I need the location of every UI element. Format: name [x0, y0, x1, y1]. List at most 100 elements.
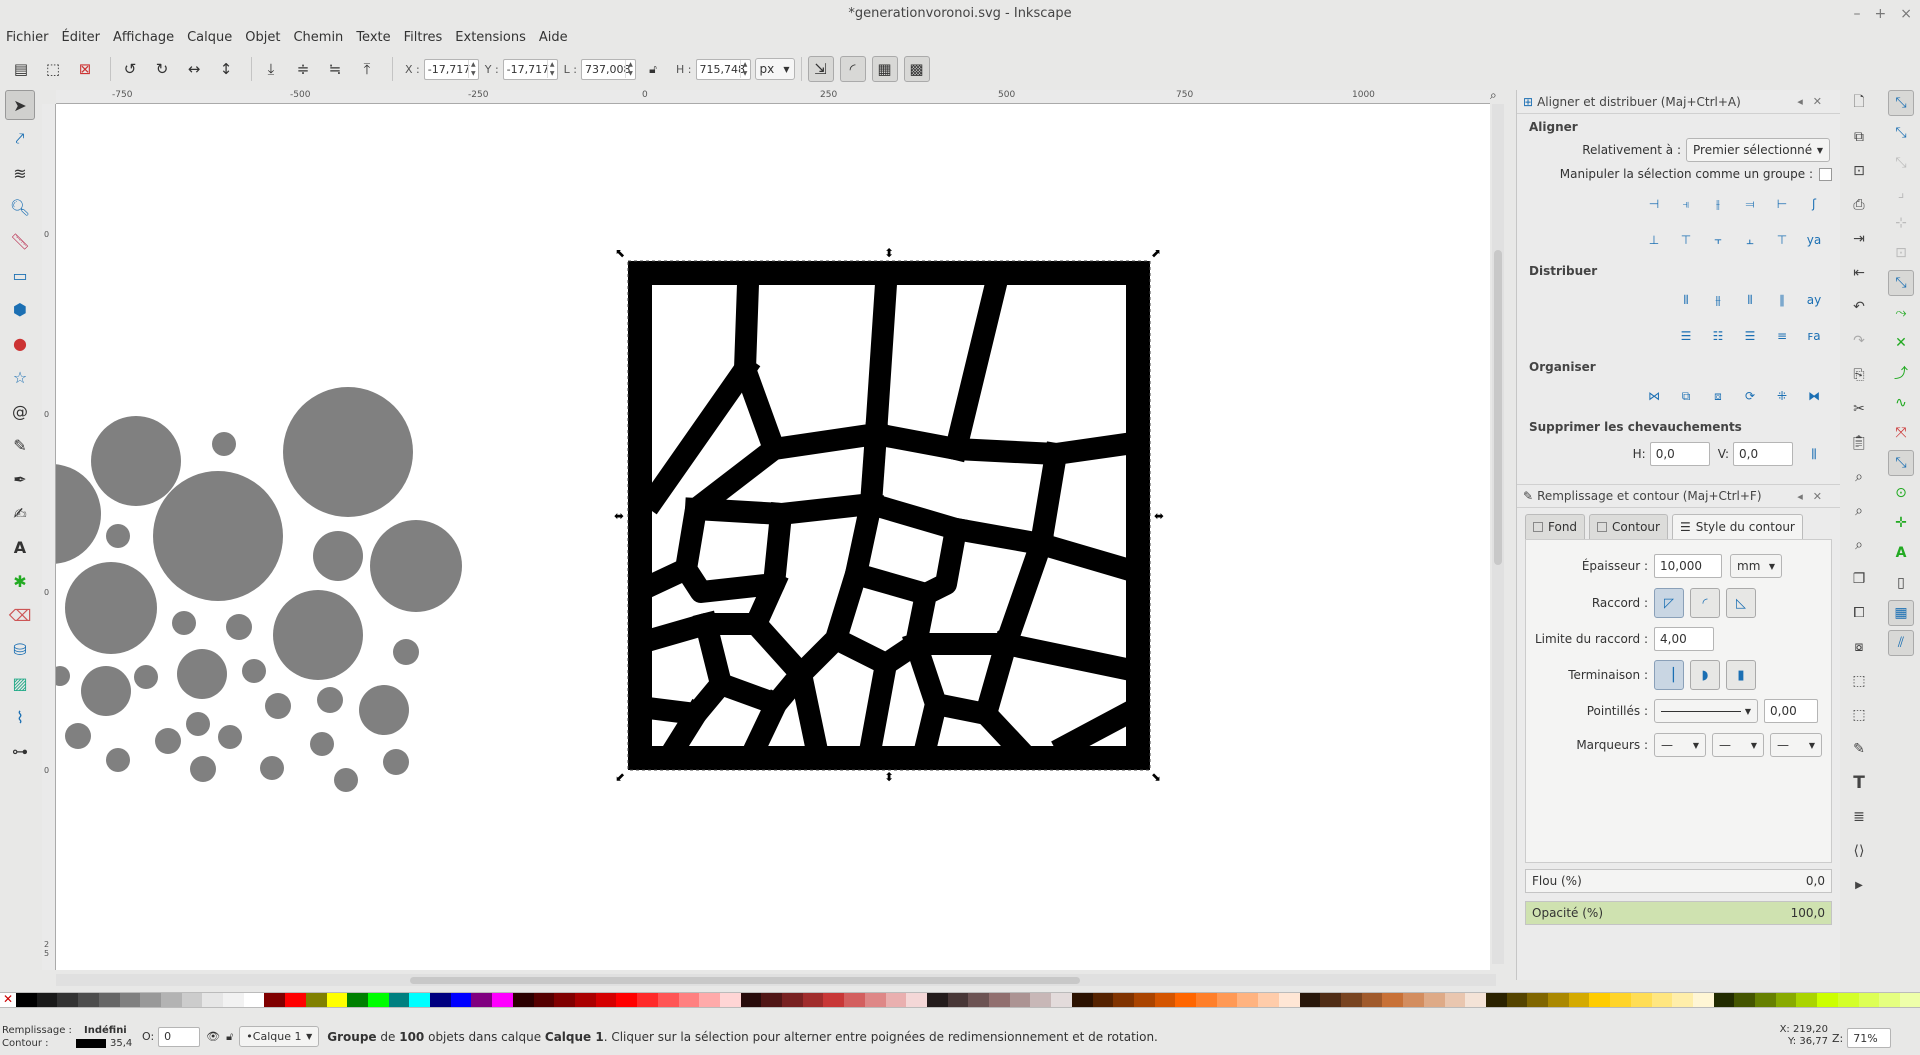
- remove-overlap-icon[interactable]: ⫼: [1801, 441, 1827, 467]
- snap-bbox-corners-icon[interactable]: ⌟: [1888, 180, 1914, 206]
- minimize-button[interactable]: –: [1854, 6, 1861, 22]
- star-tool-icon[interactable]: ☆: [5, 362, 35, 392]
- select-all-icon[interactable]: ▤: [8, 56, 34, 82]
- unclump-icon[interactable]: ⧓: [1801, 383, 1827, 409]
- end-marker-select[interactable]: — ▼: [1770, 733, 1822, 757]
- horizontal-ruler[interactable]: -750 -500 -250 0 250 500 750 1000 ⌕: [56, 88, 1497, 104]
- color-swatch[interactable]: [305, 993, 327, 1007]
- duplicate-icon[interactable]: ❐: [1846, 566, 1872, 592]
- color-swatch[interactable]: [1485, 993, 1507, 1007]
- align-top-edges-icon[interactable]: ⊤: [1673, 227, 1699, 253]
- start-marker-select[interactable]: — ▼: [1654, 733, 1706, 757]
- color-swatch[interactable]: [1423, 993, 1445, 1007]
- color-swatch[interactable]: [409, 993, 431, 1007]
- color-swatch[interactable]: [1113, 993, 1134, 1007]
- color-swatch[interactable]: [1071, 993, 1093, 1007]
- color-swatch[interactable]: [574, 993, 596, 1007]
- rectangle-tool-icon[interactable]: ▭: [5, 260, 35, 290]
- color-swatch[interactable]: [16, 993, 37, 1007]
- center-vertical-axis-icon[interactable]: ⫲: [1705, 191, 1731, 217]
- color-swatch[interactable]: [1258, 993, 1279, 1007]
- undo-icon[interactable]: ↶: [1846, 294, 1872, 320]
- overlap-h-field[interactable]: 0,0: [1649, 442, 1710, 466]
- align-bottom-edges-icon[interactable]: ⫠: [1737, 227, 1763, 253]
- fill-stroke-values[interactable]: Indéfini 35,4: [76, 1024, 136, 1050]
- relative-select[interactable]: Premier sélectionné ▼: [1686, 138, 1830, 162]
- color-swatch[interactable]: [1175, 993, 1197, 1007]
- color-swatch[interactable]: [285, 993, 306, 1007]
- square-cap-icon[interactable]: ▮: [1726, 660, 1756, 690]
- distribute-center-h-icon[interactable]: ⫵: [1705, 287, 1731, 313]
- menu-objet[interactable]: Objet: [245, 30, 280, 45]
- print-icon[interactable]: ⎙: [1846, 192, 1872, 218]
- maximize-button[interactable]: +: [1875, 6, 1887, 22]
- dash-select[interactable]: ▼: [1654, 699, 1758, 723]
- randomize-centers-icon[interactable]: ⁜: [1769, 383, 1795, 409]
- save-icon[interactable]: ⊡: [1846, 158, 1872, 184]
- rotate-ccw-icon[interactable]: ↺: [117, 56, 143, 82]
- snap-midpoints-icon[interactable]: ⤧: [1888, 420, 1914, 446]
- color-swatch[interactable]: [1465, 993, 1486, 1007]
- distribute-baselines-h-icon[interactable]: ay: [1801, 287, 1827, 313]
- menu-editer[interactable]: Éditer: [62, 30, 101, 45]
- lower-icon[interactable]: ≑: [290, 56, 316, 82]
- zoom-corner-icon[interactable]: ⌕: [1490, 88, 1497, 103]
- vertical-scrollbar-thumb[interactable]: [1494, 250, 1502, 565]
- snap-object-centers-icon[interactable]: ⊙: [1888, 480, 1914, 506]
- color-swatch[interactable]: [492, 993, 513, 1007]
- color-swatch[interactable]: [616, 993, 638, 1007]
- circles-group[interactable]: [56, 387, 462, 792]
- selector-tool-icon[interactable]: ➤: [5, 90, 35, 120]
- lock-icon[interactable]: 🔓︎: [640, 56, 666, 82]
- color-swatch[interactable]: [78, 993, 99, 1007]
- distribute-baselines-v-icon[interactable]: ꜰa: [1801, 323, 1827, 349]
- paste-icon[interactable]: 📋︎: [1846, 430, 1872, 456]
- snap-rotation-center-icon[interactable]: ✛: [1888, 510, 1914, 536]
- raise-top-icon[interactable]: ⤒: [354, 56, 380, 82]
- color-swatch[interactable]: [1506, 993, 1528, 1007]
- spin-arrows-icon[interactable]: ▲ ▼: [546, 60, 557, 78]
- y-field[interactable]: -17,717 ▲ ▼: [502, 58, 558, 80]
- xml-editor-icon[interactable]: ⟨⟩: [1846, 838, 1872, 864]
- deselect-icon[interactable]: ⊠: [72, 56, 98, 82]
- color-swatch[interactable]: [119, 993, 141, 1007]
- color-swatch[interactable]: [243, 993, 265, 1007]
- select-all-layers-icon[interactable]: ⬚: [40, 56, 66, 82]
- color-swatch[interactable]: [699, 993, 720, 1007]
- menu-chemin[interactable]: Chemin: [293, 30, 343, 45]
- snap-intersections-icon[interactable]: ✕: [1888, 330, 1914, 356]
- color-swatch[interactable]: [1444, 993, 1466, 1007]
- zoom-selection-icon[interactable]: ⌕: [1846, 464, 1872, 490]
- export-icon[interactable]: ⇤: [1846, 260, 1872, 286]
- distribute-center-v-icon[interactable]: ☷: [1705, 323, 1731, 349]
- color-swatch[interactable]: [1610, 993, 1631, 1007]
- color-swatch[interactable]: [1361, 993, 1383, 1007]
- stroke-width-field[interactable]: 10,000: [1654, 554, 1722, 578]
- butt-cap-icon[interactable]: ▕: [1654, 660, 1684, 690]
- zoom-page-icon[interactable]: ⌕: [1846, 532, 1872, 558]
- gradient-tool-icon[interactable]: ▨: [5, 668, 35, 698]
- color-swatch[interactable]: [1548, 993, 1569, 1007]
- transform-gradients-icon[interactable]: ▦: [871, 56, 898, 82]
- spray-tool-icon[interactable]: ✱: [5, 566, 35, 596]
- color-swatch[interactable]: [1196, 993, 1217, 1007]
- color-swatch[interactable]: [968, 993, 990, 1007]
- x-field[interactable]: -17,717 ▲ ▼: [423, 58, 479, 80]
- bevel-join-icon[interactable]: ◺: [1726, 588, 1756, 618]
- color-swatch[interactable]: [1568, 993, 1590, 1007]
- transform-patterns-icon[interactable]: ▩: [903, 56, 930, 82]
- color-swatch[interactable]: [57, 993, 79, 1007]
- menu-aide[interactable]: Aide: [539, 30, 568, 45]
- node-tool-icon[interactable]: ⤤: [5, 124, 35, 154]
- dropper-tool-icon[interactable]: ⌇: [5, 702, 35, 732]
- spin-arrows-icon[interactable]: ▲ ▼: [467, 60, 478, 78]
- snap-page-border-icon[interactable]: ▯: [1888, 570, 1914, 596]
- snap-smooth-icon[interactable]: ∿: [1888, 390, 1914, 416]
- snap-guides-icon[interactable]: ⫽: [1888, 630, 1914, 656]
- snap-bbox-centers-icon[interactable]: ⊡: [1888, 240, 1914, 266]
- color-swatch[interactable]: [1009, 993, 1031, 1007]
- unit-select[interactable]: px ▼: [754, 58, 795, 80]
- color-swatch[interactable]: [388, 993, 410, 1007]
- no-paint-swatch[interactable]: ✕: [0, 993, 16, 1007]
- color-swatch[interactable]: [1403, 993, 1424, 1007]
